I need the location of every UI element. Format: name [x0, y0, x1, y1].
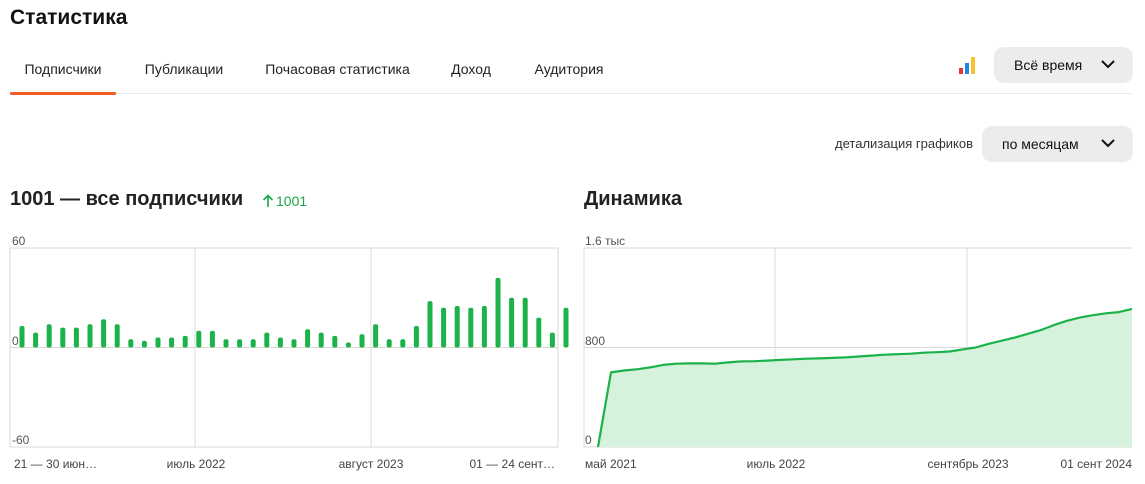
positive-bar	[522, 297, 528, 348]
positive-bar	[46, 324, 52, 348]
positive-bar	[277, 337, 283, 348]
positive-bar	[141, 340, 147, 348]
positive-bar	[250, 339, 256, 348]
y-tick-label: 60	[12, 234, 26, 248]
positive-bar	[169, 337, 175, 348]
positive-bar	[495, 277, 501, 348]
positive-bar	[155, 337, 161, 348]
positive-bar	[19, 325, 25, 348]
positive-bar	[209, 330, 215, 348]
y-tick-label: 800	[585, 334, 605, 348]
positive-bar	[563, 307, 569, 348]
x-tick-label: июль 2022	[747, 457, 806, 471]
positive-bar	[264, 332, 270, 348]
positive-bar	[196, 330, 202, 348]
positive-bar	[237, 339, 243, 348]
positive-bar	[33, 332, 39, 348]
positive-bar	[332, 335, 338, 348]
positive-bar	[318, 332, 324, 348]
x-tick-label: сентябрь 2023	[927, 457, 1008, 471]
positive-bar	[509, 297, 515, 348]
positive-bar	[427, 301, 433, 348]
positive-bar	[359, 334, 365, 348]
positive-bar	[114, 324, 120, 348]
positive-bar	[128, 339, 134, 348]
positive-bar	[386, 339, 392, 348]
x-tick-label: август 2023	[339, 457, 404, 471]
positive-bar	[373, 324, 379, 348]
y-tick-label: 1.6 тыс	[585, 234, 625, 248]
positive-bar	[468, 307, 474, 348]
positive-bar	[291, 339, 297, 348]
y-tick-label: 0	[585, 433, 592, 447]
x-tick-label: 01 сент 2024	[1060, 457, 1132, 471]
positive-bar	[454, 306, 460, 348]
positive-bar	[345, 342, 351, 348]
x-tick-label: июль 2022	[167, 457, 226, 471]
positive-bar	[441, 307, 447, 348]
y-tick-label: -60	[12, 433, 30, 447]
positive-bar	[223, 339, 229, 348]
positive-bar	[536, 317, 542, 348]
x-tick-label: май 2021	[585, 457, 637, 471]
positive-bar	[413, 325, 419, 348]
positive-bar	[87, 324, 93, 348]
positive-bar	[182, 335, 188, 348]
area-fill	[598, 308, 1132, 447]
y-tick-label: 0	[12, 334, 19, 348]
positive-bar	[549, 332, 555, 348]
x-tick-label: 01 — 24 сент…	[470, 457, 556, 471]
positive-bar	[305, 329, 311, 348]
positive-bar	[400, 339, 406, 348]
positive-bar	[481, 306, 487, 348]
subscribers-bar-chart: 60 0 -60 21 — 30 июн… июль 2022 август 2023 01…	[9, 234, 569, 471]
positive-bar	[60, 327, 66, 348]
x-tick-label: 21 — 30 июн…	[14, 457, 97, 471]
dynamics-area-chart: 1.6 тыс 800 0 май 2021 июль 2022 сентябрь 202…	[583, 234, 1132, 471]
positive-bar	[73, 327, 79, 348]
positive-bar	[101, 319, 107, 348]
